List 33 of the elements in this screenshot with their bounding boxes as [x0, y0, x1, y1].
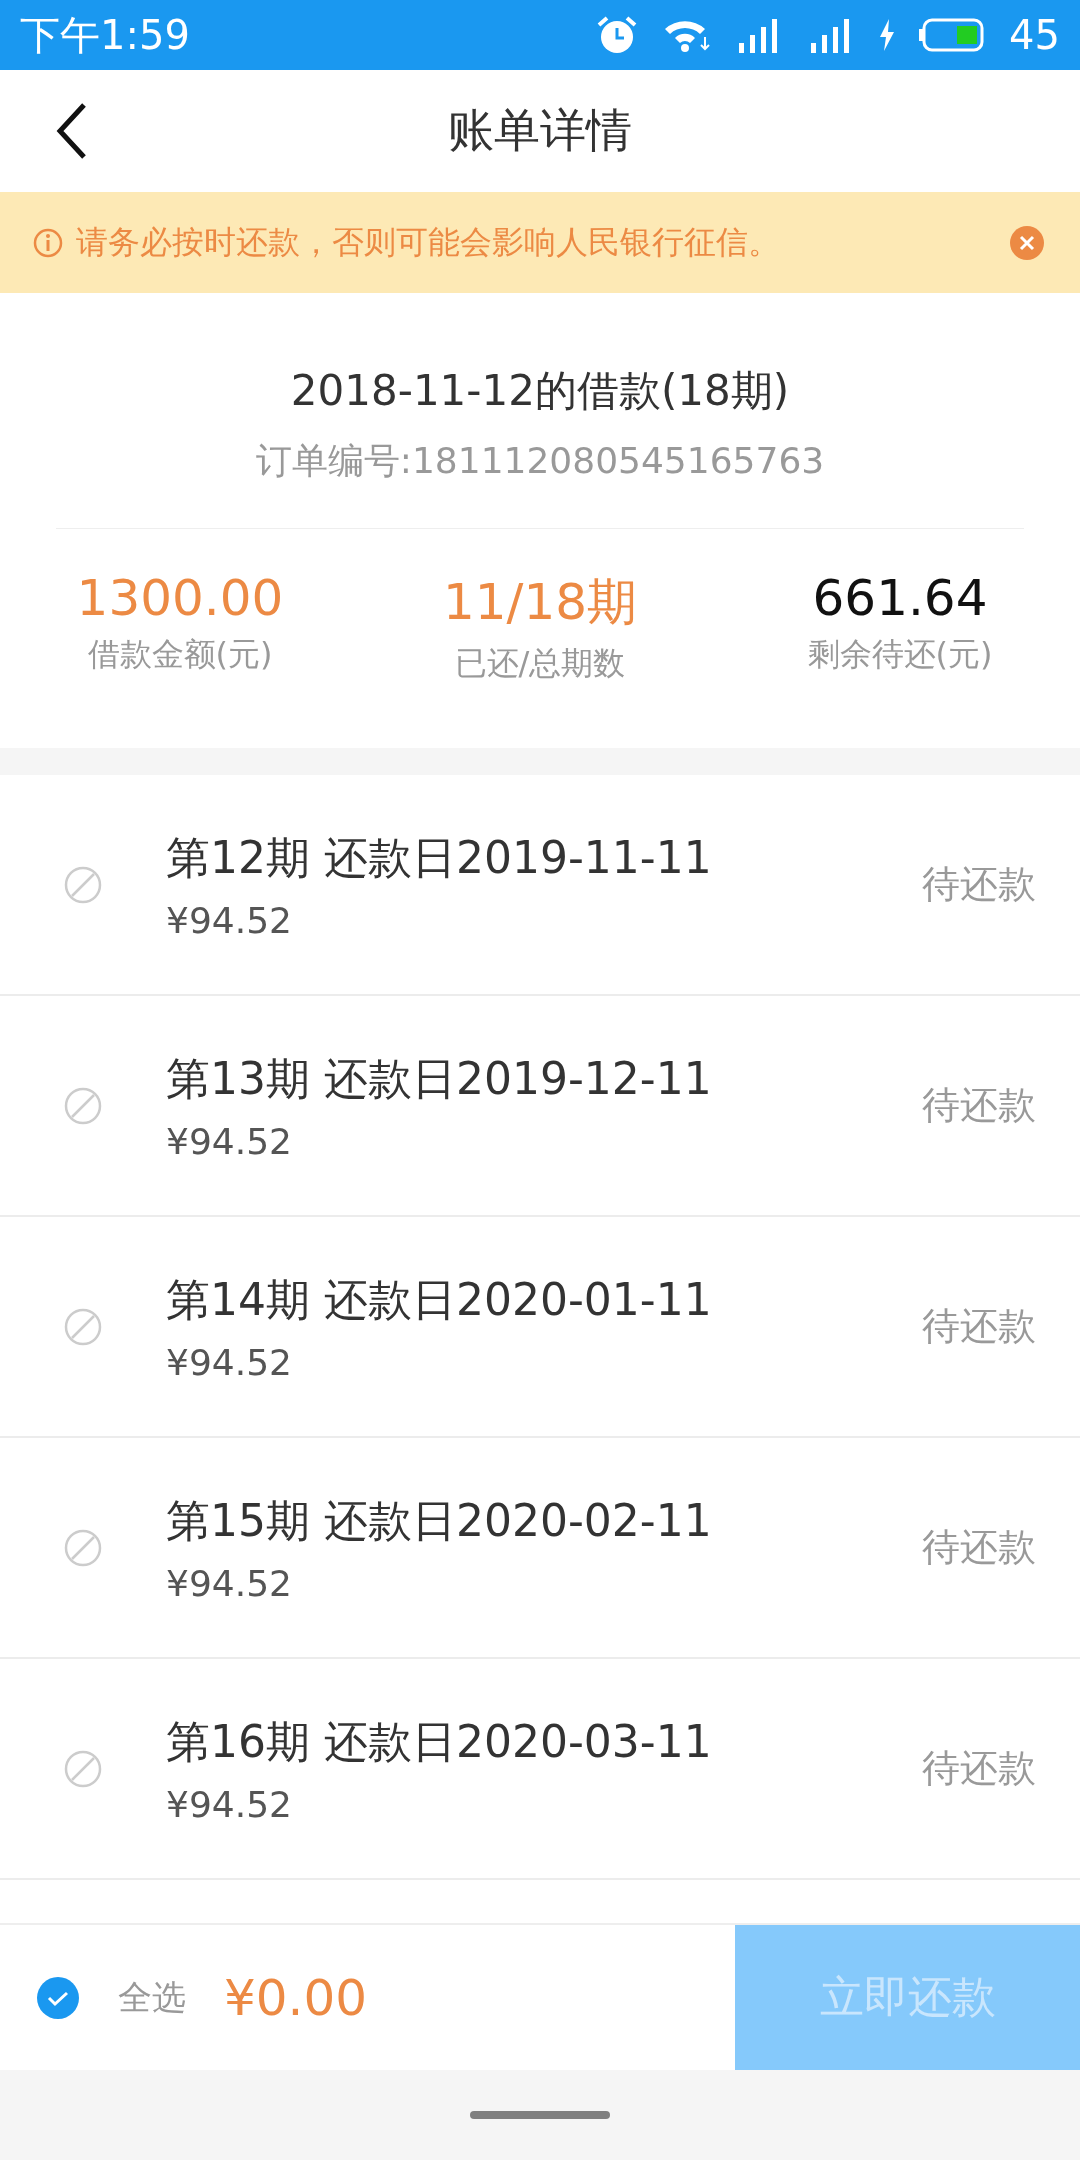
- installment-status: 待还款: [922, 1303, 1036, 1350]
- stat-label: 已还/总期数: [454, 643, 626, 684]
- status-time: 下午1:59: [20, 10, 191, 60]
- stat-label: 借款金额(元): [87, 634, 273, 675]
- stat-value: 1300.00: [76, 569, 284, 627]
- installment-status: 待还款: [922, 1524, 1036, 1571]
- installment-title: 第15期 还款日2020-02-11: [166, 1493, 713, 1548]
- stat-value: 661.64: [812, 569, 988, 627]
- installment-amount: ¥94.52: [166, 1120, 293, 1162]
- info-icon: [32, 226, 64, 259]
- battery-icon: [919, 18, 986, 52]
- installment-title: 第12期 还款日2019-11-11: [166, 830, 713, 885]
- charging-icon: [879, 19, 896, 51]
- close-icon[interactable]: [1010, 225, 1044, 260]
- installment-title: 第16期 还款日2020-03-11: [166, 1714, 713, 1769]
- installment-amount: ¥94.52: [166, 899, 293, 941]
- installment-title: 第13期 还款日2019-12-11: [166, 1051, 713, 1106]
- loan-title: 2018-11-12的借款(18期): [290, 365, 790, 417]
- checkbox-icon[interactable]: [36, 1975, 80, 2020]
- installment-amount: ¥94.52: [166, 1341, 293, 1383]
- page-title: 账单详情: [448, 102, 632, 159]
- installment-amount: ¥94.52: [166, 1562, 293, 1604]
- stat-value: 11/18期: [442, 572, 638, 633]
- installment-status: 待还款: [922, 861, 1036, 908]
- battery-level: 45: [1009, 12, 1060, 58]
- installment-status: 待还款: [922, 1745, 1036, 1792]
- total-amount: ¥0.00: [224, 1968, 369, 2027]
- order-number: 订单编号:181112080545165763: [255, 439, 825, 483]
- installment-amount: ¥94.52: [166, 1783, 293, 1825]
- installment-title: 第14期 还款日2020-01-11: [166, 1272, 713, 1327]
- installment-status: 待还款: [922, 1082, 1036, 1129]
- stat-label: 剩余待还(元): [807, 634, 993, 675]
- notice-text: 请务必按时还款，否则可能会影响人民银行征信。: [76, 221, 781, 263]
